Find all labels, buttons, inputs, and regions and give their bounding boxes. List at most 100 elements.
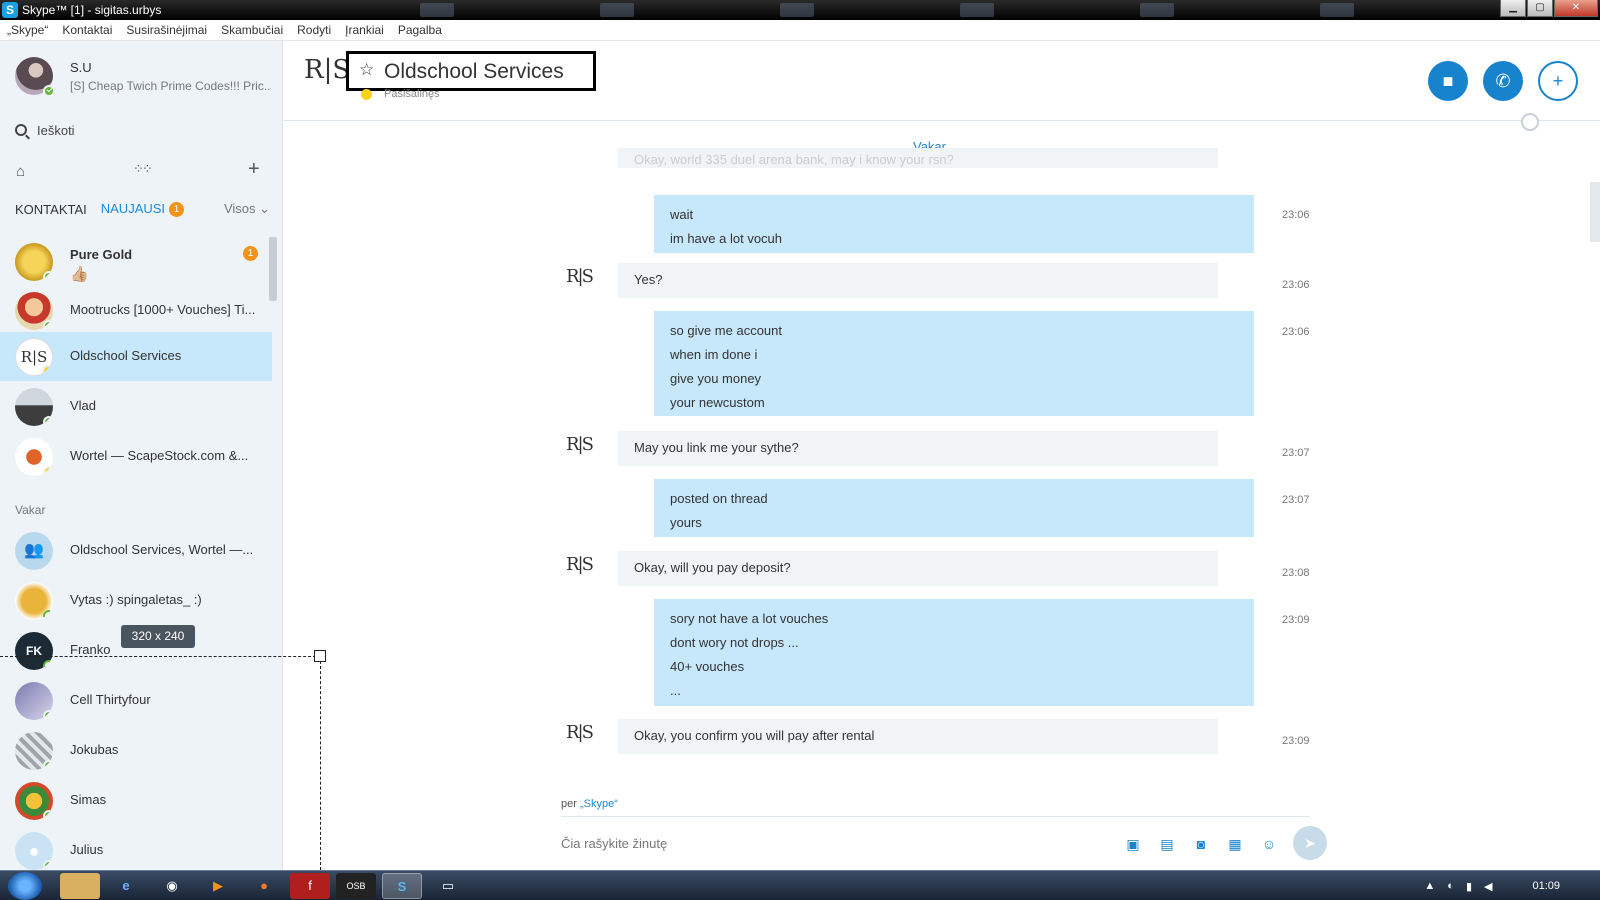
contact-item-vytas[interactable]: Vytas :) spingaletas_ :) [0,576,272,625]
my-mood-message[interactable]: [S] Cheap Twich Prime Codes!!! Pric... [70,79,270,93]
flash-icon[interactable]: f [290,873,330,899]
contact-item-wortel[interactable]: Wortel — ScapeStock.com &... [0,432,272,481]
offline-status-icon [43,660,53,670]
tab-recent[interactable]: NAUJAUSI 1 [101,201,185,217]
contact-name: Pure Gold [70,247,133,262]
my-avatar[interactable] [15,57,55,97]
game-app-icon[interactable]: OSB [336,873,376,899]
menu-tools[interactable]: Įrankiai [345,23,384,37]
tray-app-icon[interactable]: ◐ [1447,880,1454,892]
menu-calls[interactable]: Skambučiai [221,23,283,37]
dialpad-icon[interactable]: ⁘⁘ [133,161,153,177]
message-time: 23:06 [1282,326,1310,338]
contact-item-jokubas[interactable]: Jokubas [0,726,272,775]
message-bubble-outgoing[interactable]: so give me account when im done i give y… [654,311,1254,416]
close-button[interactable]: ✕ [1554,0,1598,17]
sender-avatar [566,550,596,584]
recent-count-badge: 1 [169,202,185,217]
tray-expand-icon[interactable]: ▲ [1424,880,1435,892]
explorer-taskbar-icon[interactable] [60,873,100,899]
message-bubble-incoming[interactable]: Yes? [618,263,1218,298]
message-bubble-outgoing[interactable]: wait im have a lot vocuh [654,195,1254,253]
add-people-button[interactable]: + [1538,61,1578,101]
conversation-scrollbar[interactable] [1590,182,1600,242]
add-icon[interactable]: + [248,158,260,181]
globe-icon[interactable] [1521,113,1539,131]
tab-contacts[interactable]: KONTAKTAI [15,202,87,217]
sender-avatar [566,262,596,296]
conversation-header: R|S ☆ Oldschool Services Pasišalinęs ■ ✆… [284,41,1600,131]
send-media-icon[interactable]: ▣ [1124,836,1142,852]
avatar [15,732,53,770]
capture-selection-border [0,656,321,657]
message-line: wait [670,207,694,222]
contact-item-pure-gold[interactable]: Pure Gold 👍🏼 1 [0,237,272,286]
contact-item-oldschool-services[interactable]: R|S Oldschool Services [0,332,272,381]
clock[interactable]: 01:09 [1532,880,1560,892]
minimize-button[interactable]: ▁ [1500,0,1526,17]
video-call-button[interactable]: ■ [1428,61,1468,101]
message-line: when im done i [670,347,758,362]
internet-explorer-icon[interactable]: e [106,873,146,899]
message-bubble-incoming[interactable]: Okay, you confirm you will pay after ren… [618,719,1218,754]
capture-selection-border [320,656,321,870]
video-camera-icon: ■ [1442,71,1454,91]
online-status-icon [43,810,53,820]
message-input[interactable]: Čia rašykite žinutę [561,836,667,851]
search-input[interactable]: Ieškoti [37,123,75,138]
firefox-icon[interactable]: ● [244,873,284,899]
phone-icon: ✆ [1495,71,1511,91]
filter-dropdown[interactable]: Visos ⌄ [224,201,270,217]
contact-name: Simas [70,792,107,807]
menu-skype[interactable]: „Skype“ [7,23,48,37]
media-player-icon[interactable]: ▶ [198,873,238,899]
voice-call-button[interactable]: ✆ [1483,61,1523,101]
maximize-button[interactable]: ▢ [1527,0,1553,17]
via-skype-link[interactable]: „Skype“ [580,798,618,810]
conversation-title[interactable]: Oldschool Services [384,60,564,84]
video-message-icon[interactable]: ◙ [1192,836,1210,852]
window-controls: ▁ ▢ ✕ [1500,0,1598,18]
via-skype-label: per „Skype“ [561,798,618,810]
menu-view[interactable]: Rodyti [297,23,331,37]
my-name[interactable]: S.U [70,60,92,75]
avatar [15,243,53,281]
message-bubble-outgoing[interactable]: posted on thread yours [654,479,1254,537]
menu-conversations[interactable]: Susirašinėjimai [126,23,207,37]
system-tray: ▲ ◐ ▮ ◀ 01:09 [1424,871,1600,900]
chrome-icon[interactable]: ◉ [152,873,192,899]
skype-app-icon: S [2,2,18,18]
send-button[interactable]: ➤ [1293,826,1327,860]
home-icon[interactable]: ⌂ [16,163,25,180]
window-taskbar-icon[interactable]: ▭ [428,873,468,899]
contact-name: Vytas :) spingaletas_ :) [70,592,202,607]
contact-name: Oldschool Services [70,348,182,363]
contact-item-vlad[interactable]: Vlad [0,382,272,431]
message-bubble-outgoing[interactable]: sory not have a lot vouches dont wory no… [654,599,1254,706]
away-status-icon [43,466,53,476]
contact-item-cell-thirtyfour[interactable]: Cell Thirtyfour [0,676,272,725]
message-bubble-incoming[interactable]: Okay, will you pay deposit? [618,551,1218,586]
contact-name: Vlad [70,398,97,413]
contact-item-julius[interactable]: ● Julius [0,826,272,870]
skype-taskbar-icon[interactable]: S [382,873,422,899]
network-icon[interactable]: ▮ [1466,880,1472,893]
contact-item-simas[interactable]: Simas [0,776,272,825]
capture-resize-handle[interactable] [314,650,326,662]
send-file-icon[interactable]: ▤ [1158,836,1176,852]
menu-contacts[interactable]: Kontaktai [62,23,112,37]
message-bubble-incoming[interactable]: May you link me your sythe? [618,431,1218,466]
volume-icon[interactable]: ◀ [1484,880,1492,893]
star-icon[interactable]: ☆ [359,60,374,80]
message-line: Okay, you confirm you will pay after ren… [634,728,875,743]
contact-item-group-chat[interactable]: 👥 Oldschool Services, Wortel —... [0,526,272,575]
contact-item-mootrucks[interactable]: Mootrucks [1000+ Vouches] Ti... [0,286,272,335]
search-box[interactable]: Ieškoti [15,120,75,140]
emoticon-icon[interactable]: ☺ [1260,836,1278,852]
message-time: 23:09 [1282,735,1310,747]
offline-status-icon [43,610,53,620]
send-contacts-icon[interactable]: ▦ [1226,836,1244,852]
start-button[interactable] [8,872,42,900]
menu-help[interactable]: Pagalba [398,23,442,37]
conversation-avatar[interactable]: R|S [304,55,350,107]
